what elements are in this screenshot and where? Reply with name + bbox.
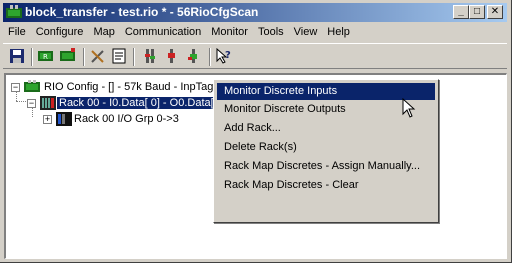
menu-map[interactable]: Map <box>88 24 119 42</box>
rack-icon <box>40 96 56 110</box>
menu-help[interactable]: Help <box>322 24 355 42</box>
maximize-button[interactable]: □ <box>469 5 485 19</box>
mouse-cursor-icon <box>402 97 416 118</box>
collapse-icon[interactable]: − <box>11 83 20 92</box>
toolbar-separator <box>31 48 33 66</box>
menu-item-assign-manually[interactable]: Rack Map Discretes - Assign Manually... <box>217 158 435 175</box>
tools-icon[interactable] <box>89 48 109 66</box>
title-bar[interactable]: block_transfer - test.rio * - 56RioCfgSc… <box>3 3 507 22</box>
tree-item-label: Rack 00 - I0.Data[ 0] - O0.Data[ 0] <box>57 97 228 109</box>
menu-item-clear-discretes[interactable]: Rack Map Discretes - Clear <box>217 177 435 194</box>
menu-monitor[interactable]: Monitor <box>206 24 253 42</box>
io-group-icon <box>56 112 72 126</box>
menu-view[interactable]: View <box>289 24 323 42</box>
window-title: block_transfer - test.rio * - 56RioCfgSc… <box>25 5 259 19</box>
toolbar: R ? <box>3 43 507 69</box>
menu-file[interactable]: File <box>3 24 31 42</box>
menu-bar: File Configure Map Communication Monitor… <box>3 24 507 42</box>
toolbar-separator <box>209 48 211 66</box>
collapse-icon[interactable]: − <box>27 99 36 108</box>
toolbar-separator <box>83 48 85 66</box>
toolbar-separator <box>133 48 135 66</box>
document-icon[interactable] <box>110 48 130 66</box>
app-window: block_transfer - test.rio * - 56RioCfgSc… <box>0 0 512 263</box>
help-pointer-icon[interactable]: ? <box>215 47 235 66</box>
configure-alt-icon[interactable] <box>59 48 79 66</box>
io-point-icon[interactable] <box>141 48 161 66</box>
minimize-button[interactable]: _ <box>453 5 469 19</box>
configure-icon[interactable]: R <box>37 48 57 66</box>
expand-icon[interactable]: + <box>43 115 52 124</box>
menu-tools[interactable]: Tools <box>253 24 289 42</box>
svg-text:?: ? <box>225 50 231 61</box>
menu-configure[interactable]: Configure <box>31 24 89 42</box>
menu-communication[interactable]: Communication <box>120 24 206 42</box>
rio-config-icon <box>24 80 40 94</box>
io-point-green-icon[interactable] <box>185 48 205 66</box>
menu-item-add-rack[interactable]: Add Rack... <box>217 120 435 137</box>
tree-item-label: Rack 00 I/O Grp 0->3 <box>74 113 179 125</box>
app-icon <box>6 5 22 20</box>
save-icon[interactable] <box>8 48 28 66</box>
svg-text:R: R <box>43 53 48 61</box>
io-point-red-icon[interactable] <box>163 48 183 66</box>
close-button[interactable]: ✕ <box>487 5 503 19</box>
menu-item-delete-racks[interactable]: Delete Rack(s) <box>217 139 435 156</box>
